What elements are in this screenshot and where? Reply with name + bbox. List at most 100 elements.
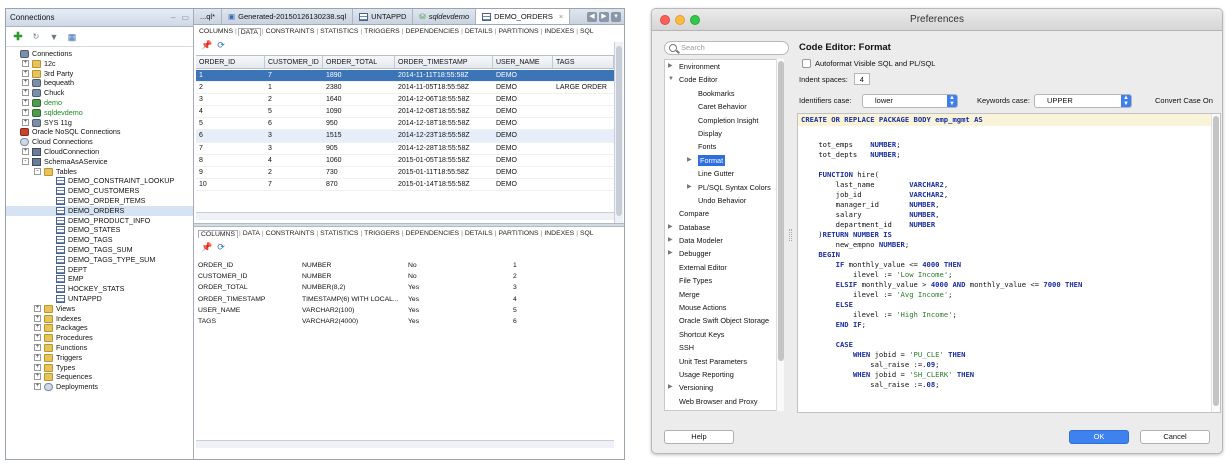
nav-item-fonts[interactable]: Fonts <box>665 140 783 153</box>
subtab-partitions[interactable]: PARTITIONS <box>497 230 539 237</box>
nav-item-database[interactable]: ▶ Database <box>665 221 783 234</box>
subtab-details[interactable]: DETAILS <box>464 230 494 237</box>
subtab-triggers[interactable]: TRIGGERS <box>363 230 401 237</box>
column-row[interactable]: TAGS VARCHAR2(4000) Yes 6 <box>196 316 614 327</box>
column-header[interactable]: ORDER_TIMESTAMP <box>395 56 493 68</box>
tree-node[interactable]: DEMO_PRODUCT_INFO <box>6 216 193 226</box>
close-tab-icon[interactable]: × <box>559 12 563 21</box>
tree-node[interactable]: UNTAPPD <box>6 294 193 304</box>
tree-node[interactable]: + CloudConnection <box>6 147 193 157</box>
nav-item-data-modeler[interactable]: ▶ Data Modeler <box>665 234 783 247</box>
tree-node[interactable]: DEMO_TAGS_TYPE_SUM <box>6 255 193 265</box>
disclosure-right-icon[interactable]: ▶ <box>668 234 673 247</box>
nav-item-shortcut-keys[interactable]: Shortcut Keys <box>665 328 783 341</box>
refresh-data-icon[interactable]: ⟳ <box>217 40 225 51</box>
subtab-indexes[interactable]: INDEXES <box>543 28 575 35</box>
nav-item-file-types[interactable]: File Types <box>665 274 783 287</box>
keywords-case-select[interactable]: UPPER ▲ ▼ <box>1034 94 1132 108</box>
table-row[interactable]: 3 2 1640 2014-12-06T18:55:58Z DEMO <box>196 94 614 107</box>
identifiers-case-select[interactable]: lower ▲ ▼ <box>862 94 958 108</box>
checkbox-box[interactable] <box>802 59 811 68</box>
expand-icon[interactable]: + <box>34 304 41 312</box>
disclosure-down-icon[interactable]: ▼ <box>668 73 674 86</box>
expand-icon[interactable]: + <box>22 98 29 106</box>
add-connection-icon[interactable]: ✚ <box>12 31 24 43</box>
tree-node[interactable]: DEMO_CONSTRAINT_LOOKUP <box>6 176 193 186</box>
nav-item-oracle-swift-object-storage[interactable]: Oracle Swift Object Storage <box>665 314 783 327</box>
minimize-icon[interactable]: – <box>171 13 175 22</box>
tree-node[interactable]: + sqldevdemo <box>6 108 193 118</box>
subtab-indexes[interactable]: INDEXES <box>543 230 575 237</box>
pin-icon[interactable]: 📌 <box>201 40 212 51</box>
ok-button[interactable]: OK <box>1069 430 1129 444</box>
tree-node[interactable]: +3rd Party <box>6 69 193 79</box>
table-row[interactable]: 2 1 2380 2014-11-05T18:55:58Z DEMO LARGE ORDE… <box>196 82 614 95</box>
expand-icon[interactable]: + <box>22 108 29 116</box>
nav-item-bookmarks[interactable]: Bookmarks <box>665 87 783 100</box>
column-row[interactable]: CUSTOMER_ID NUMBER No 2 <box>196 271 614 282</box>
refresh-icon[interactable]: ↻ <box>30 31 42 43</box>
table-row[interactable]: 1 7 1890 2014-11-11T18:55:58Z DEMO <box>196 70 614 83</box>
tree-node[interactable]: + Chuck <box>6 88 193 98</box>
pin-icon[interactable]: 📌 <box>201 242 212 253</box>
help-button[interactable]: Help <box>664 430 734 444</box>
nav-item-debugger[interactable]: ▶ Debugger <box>665 247 783 260</box>
disclosure-right-icon[interactable]: ▶ <box>668 60 673 73</box>
expand-icon[interactable]: + <box>34 373 41 381</box>
subtab-constraints[interactable]: CONSTRAINTS <box>265 28 316 35</box>
preferences-search-input[interactable]: Search <box>664 41 789 55</box>
tree-node[interactable]: DEPT <box>6 265 193 275</box>
subtab-constraints[interactable]: CONSTRAINTS <box>265 230 316 237</box>
expand-icon[interactable]: + <box>34 363 41 371</box>
collapse-icon[interactable]: - <box>34 167 41 175</box>
nav-item-external-editor[interactable]: External Editor <box>665 261 783 274</box>
nav-item-ssh[interactable]: SSH <box>665 341 783 354</box>
filter-icon[interactable]: ▼ <box>48 31 60 43</box>
table-row[interactable]: 9 2 730 2015-01-11T18:55:58Z DEMO <box>196 167 614 179</box>
tree-node[interactable]: + SYS 11g <box>6 118 193 128</box>
nav-item-pl-sql-syntax-colors[interactable]: ▶ PL/SQL Syntax Colors <box>665 181 783 194</box>
subtab-data[interactable]: DATA <box>242 230 261 237</box>
tree-node[interactable]: + Views <box>6 304 193 314</box>
tree-node[interactable]: DEMO_STATES <box>6 225 193 235</box>
expand-icon[interactable]: + <box>22 79 29 87</box>
expand-icon[interactable]: + <box>34 324 41 332</box>
data-grid-hscroll[interactable] <box>196 212 614 220</box>
indent-spaces-input[interactable]: 4 <box>853 73 870 85</box>
collapse-icon[interactable]: - <box>22 157 29 165</box>
cancel-button[interactable]: Cancel <box>1140 430 1210 444</box>
disclosure-right-icon[interactable]: ▶ <box>668 247 673 260</box>
tab-scroll-left-icon[interactable]: ◀ <box>587 11 597 22</box>
subtab-sql[interactable]: SQL <box>579 28 595 35</box>
disclosure-right-icon[interactable]: ▶ <box>668 221 673 234</box>
tree-node[interactable]: - SchemaAsAService <box>6 157 193 167</box>
tree-node[interactable]: + Packages <box>6 323 193 333</box>
nav-item-usage-reporting[interactable]: Usage Reporting <box>665 368 783 381</box>
subtab-triggers[interactable]: TRIGGERS <box>363 28 401 35</box>
nav-item-versioning[interactable]: ▶ Versioning <box>665 381 783 394</box>
nav-item-display[interactable]: Display <box>665 127 783 140</box>
tree-node[interactable]: + demo <box>6 98 193 108</box>
subtab-sql[interactable]: SQL <box>579 230 595 237</box>
subtab-details[interactable]: DETAILS <box>464 28 494 35</box>
tab-list-icon[interactable]: ▾ <box>611 11 621 22</box>
tab-scroll-right-icon[interactable]: ▶ <box>599 11 609 22</box>
nav-item-unit-test-parameters[interactable]: Unit Test Parameters <box>665 355 783 368</box>
tree-node[interactable]: + Deployments <box>6 382 193 392</box>
nav-item-format[interactable]: ▶ Format <box>665 154 783 167</box>
column-header[interactable]: USER_NAME <box>493 56 553 68</box>
tree-node[interactable]: +12c <box>6 59 193 69</box>
nav-item-caret-behavior[interactable]: Caret Behavior <box>665 100 783 113</box>
document-tab[interactable]: UNTAPPD <box>353 9 414 24</box>
tree-node[interactable]: DEMO_ORDERS <box>6 205 193 216</box>
tree-node[interactable]: Oracle NoSQL Connections <box>6 127 193 137</box>
data-grid-vscroll[interactable] <box>614 42 623 226</box>
restore-icon[interactable]: ▭ <box>181 13 189 22</box>
disclosure-right-icon[interactable]: ▶ <box>668 381 673 394</box>
subtab-partitions[interactable]: PARTITIONS <box>497 28 539 35</box>
tree-node[interactable]: + Indexes <box>6 314 193 324</box>
document-tab[interactable]: ▣ Generated-20150126130238.sql <box>222 9 354 24</box>
refresh-columns-icon[interactable]: ⟳ <box>217 242 225 253</box>
tree-node[interactable]: EMP <box>6 274 193 284</box>
split-divider[interactable] <box>194 223 624 227</box>
